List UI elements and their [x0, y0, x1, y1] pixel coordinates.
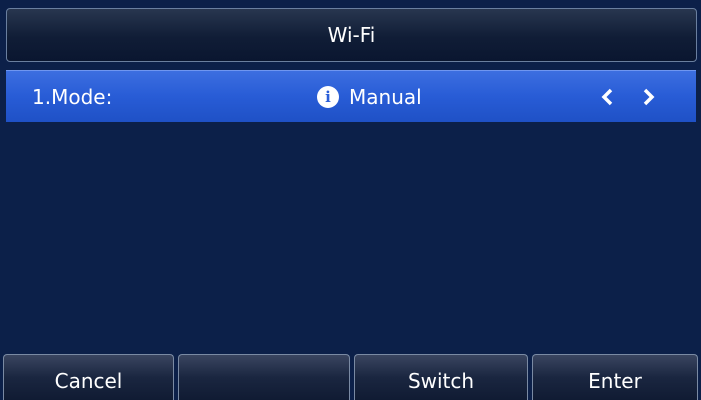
row-label: 1.Mode:: [32, 84, 113, 109]
page-title: Wi-Fi: [327, 23, 376, 47]
chevron-left-icon[interactable]: [600, 88, 614, 106]
enter-button[interactable]: Enter: [532, 354, 698, 400]
blank-softkey[interactable]: [178, 354, 350, 400]
cancel-button[interactable]: Cancel: [3, 354, 174, 400]
setting-row-mode[interactable]: 1.Mode: i Manual: [6, 70, 696, 122]
chevron-right-icon[interactable]: [642, 88, 656, 106]
phone-screen: Wi-Fi 1.Mode: i Manual Cancel Switch Ent…: [0, 0, 701, 400]
info-icon: i: [317, 85, 339, 108]
softkey-bar: Cancel Switch Enter: [0, 354, 701, 400]
row-value: i Manual: [317, 85, 422, 109]
mode-value: Manual: [349, 84, 422, 109]
title-bar: Wi-Fi: [6, 8, 697, 62]
switch-button[interactable]: Switch: [354, 354, 528, 400]
